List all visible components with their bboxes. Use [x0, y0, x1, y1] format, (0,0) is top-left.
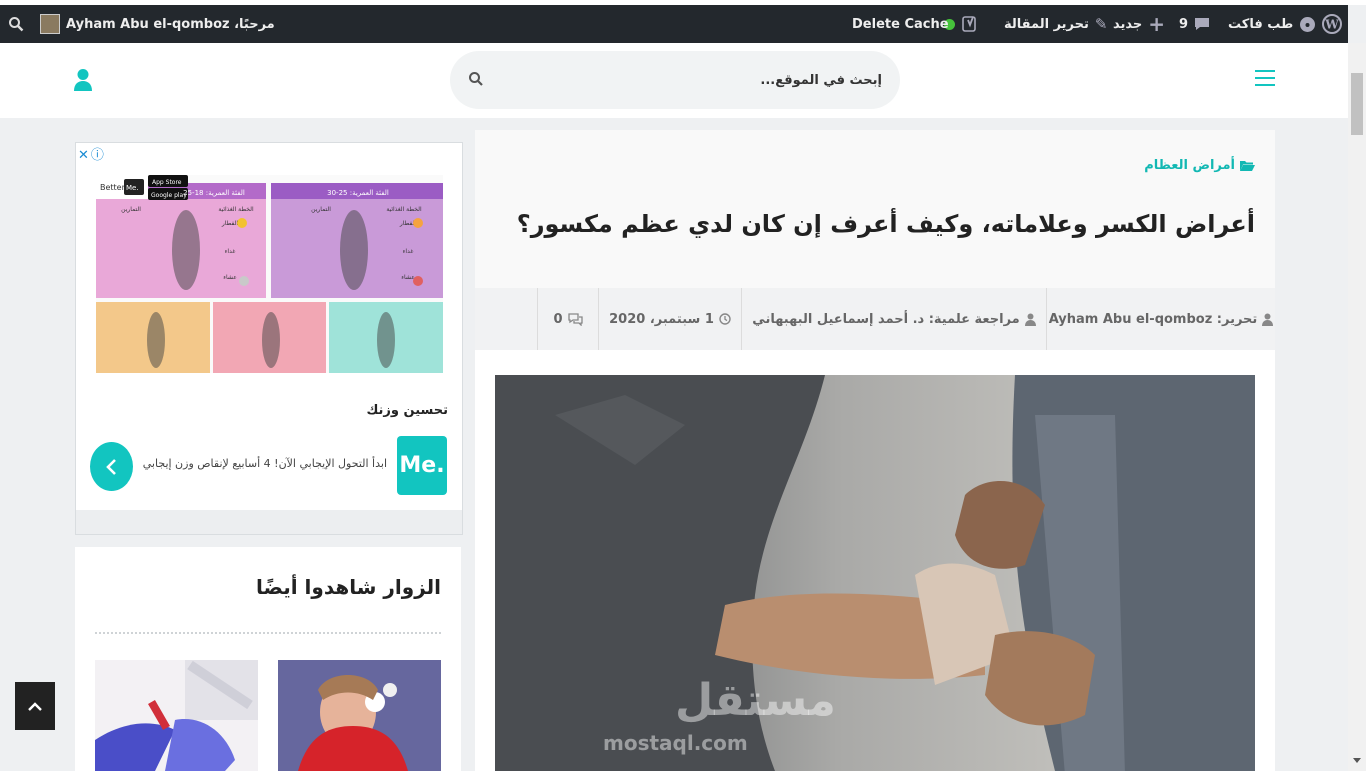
article-meta: تحرير: Ayham Abu el-qomboz مراجعة علمية:…	[475, 288, 1275, 350]
date-label: 1 سبتمبر، 2020	[609, 311, 714, 327]
info-icon[interactable]: ⓘ	[91, 148, 104, 163]
article-header: أمراض العظام أعراض الكسر وعلاماته، وكيف …	[475, 130, 1275, 288]
meta-author[interactable]: تحرير: Ayham Abu el-qomboz	[1046, 288, 1275, 350]
sidebar-ad: ✕ ⓘ Better Me. App Store Google play الفئ…	[75, 142, 463, 535]
ad-title[interactable]: تحسين وزنك	[366, 403, 448, 418]
edit-post-link[interactable]: تحرير المقالة ✎	[1004, 5, 1107, 43]
site-name-link[interactable]: طب فاكت	[1228, 5, 1316, 43]
close-icon[interactable]: ✕	[78, 148, 89, 163]
ad-logo[interactable]: Me.	[397, 436, 447, 495]
seo-status[interactable]	[944, 5, 979, 43]
user-account-icon[interactable]	[73, 68, 93, 92]
article-title: أعراض الكسر وعلاماته، وكيف أعرف إن كان ل…	[516, 210, 1255, 238]
comments-count-label: 0	[553, 311, 563, 327]
ad-store-apple: App Store	[152, 179, 182, 186]
site-header	[0, 43, 1348, 118]
folder-open-icon	[1240, 160, 1255, 171]
comments-count: 9	[1179, 16, 1189, 32]
author-label: تحرير: Ayham Abu el-qomboz	[1048, 311, 1258, 327]
wordpress-logo-icon[interactable]: W	[1322, 5, 1342, 43]
ad-diet-b: الخطة الغذائية	[218, 206, 254, 213]
chevron-up-icon	[28, 702, 42, 711]
category-link[interactable]: أمراض العظام	[1144, 158, 1255, 173]
bandaging-arm-photo: مستقل mostaql.com	[495, 375, 1255, 771]
ad-diet-a: الخطة الغذائية	[386, 206, 422, 213]
lab-gloves-photo	[95, 660, 258, 771]
ad-exercises-a: التمارين	[311, 206, 331, 213]
related-post-thumbnail[interactable]	[95, 660, 258, 771]
ad-close-controls[interactable]: ✕ ⓘ	[78, 144, 104, 163]
visitors-also-viewed-widget: الزوار شاهدوا أيضًا	[75, 547, 461, 771]
new-label: جديد	[1113, 16, 1143, 32]
ad-meal-dinner-b: عشاء	[223, 274, 237, 281]
clock-icon	[719, 313, 731, 325]
vertical-scrollbar[interactable]	[1348, 43, 1366, 771]
new-content-link[interactable]: جديد +	[1113, 5, 1165, 43]
delete-cache-link[interactable]: Delete Cache	[852, 5, 949, 43]
admin-bar: W طب فاكت 9 جديد + تحرير المقالة ✎ Delet…	[0, 5, 1348, 43]
svg-text:W: W	[1324, 18, 1339, 32]
account-menu[interactable]: مرحبًا، Ayham Abu el-qomboz	[40, 5, 275, 43]
ad-brand-badge: Me.	[126, 184, 139, 192]
ad-image[interactable]: Better Me. App Store Google play الفئة ا…	[96, 175, 443, 373]
watermark-url: mostaql.com	[603, 731, 748, 755]
plus-icon: +	[1148, 12, 1166, 36]
greeting-label: مرحبًا، Ayham Abu el-qomboz	[66, 16, 275, 32]
related-post-thumbnail[interactable]	[278, 660, 441, 771]
category-label: أمراض العظام	[1144, 158, 1235, 173]
delete-cache-label: Delete Cache	[852, 16, 949, 32]
widget-heading: الزوار شاهدوا أيضًا	[256, 575, 441, 599]
scroll-down-arrow-icon[interactable]	[1353, 758, 1361, 763]
back-to-top-button[interactable]	[15, 682, 55, 730]
reviewer-user-icon	[1024, 313, 1036, 326]
meta-date: 1 سبتمبر، 2020	[598, 288, 741, 350]
ad-next-button[interactable]	[90, 442, 133, 491]
ad-description[interactable]: ابدأ التحول الإيجابي الآن! 4 أسابيع لإنق…	[143, 457, 387, 470]
divider	[95, 632, 441, 634]
dashboard-icon	[1300, 16, 1316, 32]
meta-reviewer[interactable]: مراجعة علمية: د. أحمد إسماعيل البهبهاني	[741, 288, 1046, 350]
article-hero-image: مستقل mostaql.com	[495, 375, 1255, 771]
chevron-left-icon	[105, 458, 116, 475]
ad-store-google: Google play	[151, 192, 187, 199]
search-icon[interactable]	[468, 71, 484, 87]
ad-meal-dinner-a: عشاء	[401, 274, 415, 281]
avatar	[40, 14, 60, 34]
admin-search-icon[interactable]	[8, 5, 24, 43]
search-box	[450, 51, 900, 109]
comment-bubble-icon	[1195, 18, 1210, 30]
watermark-text: مستقل	[675, 675, 836, 726]
ad-meal-lunch-b: غداء	[225, 248, 236, 255]
meta-comments[interactable]: 0	[537, 288, 598, 350]
ad-exercises-b: التمارين	[121, 206, 141, 213]
reviewer-label: مراجعة علمية: د. أحمد إسماعيل البهبهاني	[752, 311, 1020, 327]
ad-footer	[76, 510, 462, 534]
comments-icon	[567, 312, 583, 326]
article: أمراض العظام أعراض الكسر وعلاماته، وكيف …	[475, 130, 1275, 771]
edit-post-label: تحرير المقالة	[1004, 16, 1089, 32]
search-input[interactable]	[500, 71, 884, 89]
ad-brand-text: Better	[100, 183, 126, 192]
comments-link[interactable]: 9	[1179, 5, 1210, 43]
site-name-label: طب فاكت	[1228, 16, 1294, 32]
yoast-icon	[962, 16, 976, 32]
ad-age-group-b: الفئة العمرية: 18-25	[183, 189, 245, 197]
woman-with-flower-photo	[278, 660, 441, 771]
pencil-icon: ✎	[1094, 15, 1108, 33]
ad-age-group-a: الفئة العمرية: 25-30	[327, 189, 389, 197]
ad-meal-breakfast-b: الفطار	[221, 220, 239, 227]
ad-meal-lunch-a: غداء	[403, 248, 414, 255]
scrollbar-thumb[interactable]	[1351, 73, 1363, 135]
hamburger-menu-icon[interactable]	[1255, 70, 1275, 86]
user-icon	[1262, 313, 1274, 326]
